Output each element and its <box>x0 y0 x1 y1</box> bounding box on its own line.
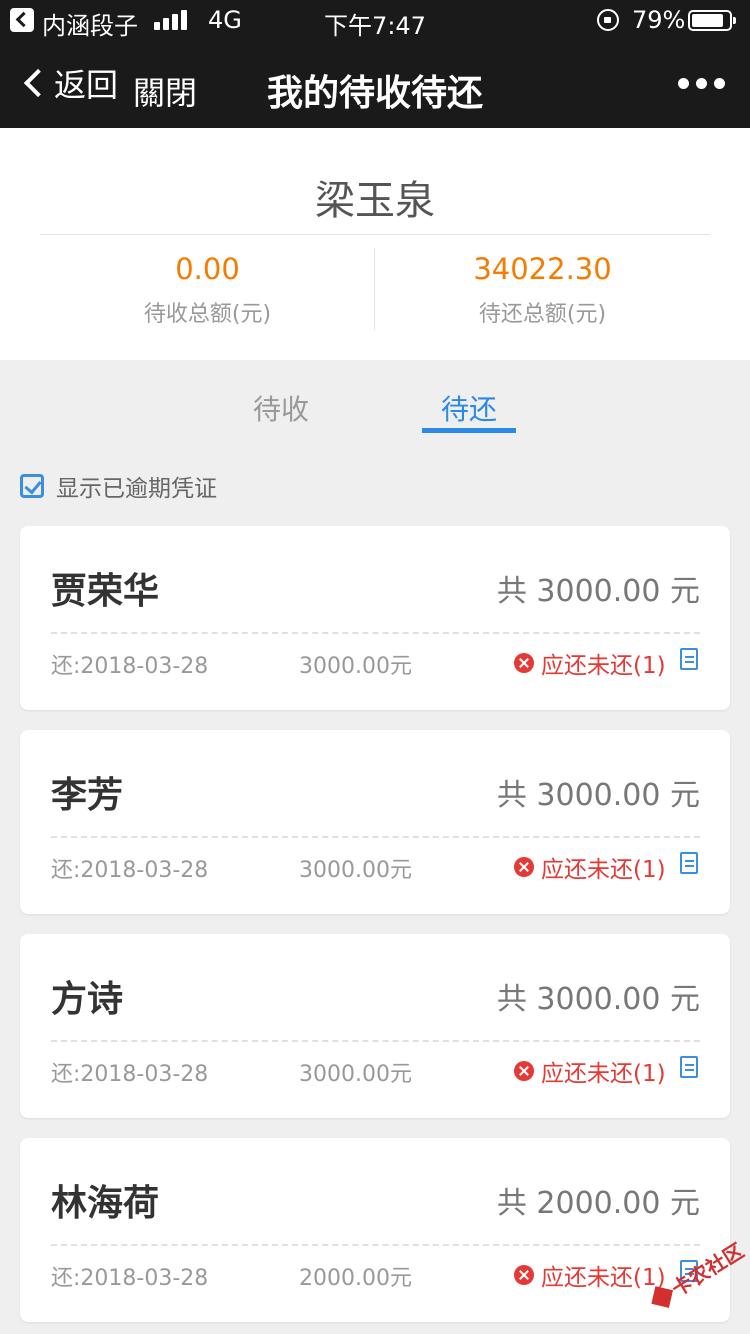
active-tab-indicator <box>422 428 516 433</box>
due-date: 还:2018-03-28 <box>51 1062 209 1087</box>
dashed-divider <box>51 836 700 838</box>
record-card[interactable]: 方诗 共 3000.00 元 还:2018-03-28 3000.00元 应还未… <box>20 934 730 1118</box>
installment-amount: 3000.00元 <box>299 654 412 679</box>
account-holder-name: 梁玉泉 <box>315 178 435 224</box>
watermark-mark-icon <box>651 1286 673 1308</box>
error-circle-icon <box>514 857 534 877</box>
dashed-divider <box>51 632 700 634</box>
battery-percentage: 79% <box>632 6 686 34</box>
receivable-amount: 0.00 <box>175 252 240 286</box>
payable-total: 34022.30 待还总额(元) <box>355 252 730 328</box>
dashed-divider <box>51 1040 700 1042</box>
checkbox-checked-icon[interactable] <box>20 474 44 498</box>
receivable-total: 0.00 待收总额(元) <box>20 252 395 328</box>
document-icon[interactable] <box>680 1056 698 1078</box>
overdue-status-label: 应还未还(1) <box>541 857 666 883</box>
due-date: 还:2018-03-28 <box>51 1266 209 1291</box>
payable-label: 待还总额(元) <box>478 302 607 327</box>
more-options-icon[interactable] <box>678 78 726 92</box>
navigation-bar: 返回 關閉 我的待收待还 <box>0 40 750 128</box>
tab-receivable[interactable]: 待收 <box>253 388 309 428</box>
record-total: 共 3000.00 元 <box>496 982 700 1017</box>
overdue-status[interactable]: 应还未还(1) <box>514 850 666 884</box>
due-date: 还:2018-03-28 <box>51 654 209 679</box>
overdue-status[interactable]: 应还未还(1) <box>514 646 666 680</box>
receivable-label: 待收总额(元) <box>143 302 272 327</box>
borrower-name: 李芳 <box>51 775 124 816</box>
orientation-lock-icon <box>597 9 619 31</box>
installment-amount: 2000.00元 <box>299 1266 412 1291</box>
battery-icon <box>688 10 736 31</box>
error-circle-icon <box>514 1265 534 1285</box>
error-circle-icon <box>514 1061 534 1081</box>
payable-amount: 34022.30 <box>473 252 612 286</box>
tab-bar: 待收 待还 <box>0 360 750 440</box>
borrower-name: 林海荷 <box>51 1183 160 1224</box>
record-card[interactable]: 李芳 共 3000.00 元 还:2018-03-28 3000.00元 应还未… <box>20 730 730 914</box>
overdue-status-label: 应还未还(1) <box>541 653 666 679</box>
record-card[interactable]: 林海荷 共 2000.00 元 还:2018-03-28 2000.00元 应还… <box>20 1138 730 1322</box>
page-title: 我的待收待还 <box>266 73 483 114</box>
show-overdue-toggle[interactable]: 显示已逾期凭证 <box>20 470 217 502</box>
due-date: 还:2018-03-28 <box>51 858 209 883</box>
account-summary: 梁玉泉 0.00 待收总额(元) 34022.30 待还总额(元) <box>0 128 750 360</box>
error-circle-icon <box>514 653 534 673</box>
status-bar: 内涵段子 4G 下午7:47 79% <box>0 0 750 40</box>
borrower-name: 贾荣华 <box>51 571 160 612</box>
borrower-name: 方诗 <box>51 979 124 1020</box>
divider <box>40 234 710 235</box>
document-icon[interactable] <box>680 648 698 670</box>
record-total: 共 3000.00 元 <box>496 574 700 609</box>
tab-payable[interactable]: 待还 <box>441 388 497 428</box>
overdue-status-label: 应还未还(1) <box>541 1061 666 1087</box>
record-total: 共 2000.00 元 <box>496 1186 700 1221</box>
dashed-divider <box>51 1244 700 1246</box>
show-overdue-label: 显示已逾期凭证 <box>56 476 217 502</box>
installment-amount: 3000.00元 <box>299 1062 412 1087</box>
record-card[interactable]: 贾荣华 共 3000.00 元 还:2018-03-28 3000.00元 应还… <box>20 526 730 710</box>
document-icon[interactable] <box>680 852 698 874</box>
overdue-status[interactable]: 应还未还(1) <box>514 1054 666 1088</box>
record-total: 共 3000.00 元 <box>496 778 700 813</box>
installment-amount: 3000.00元 <box>299 858 412 883</box>
